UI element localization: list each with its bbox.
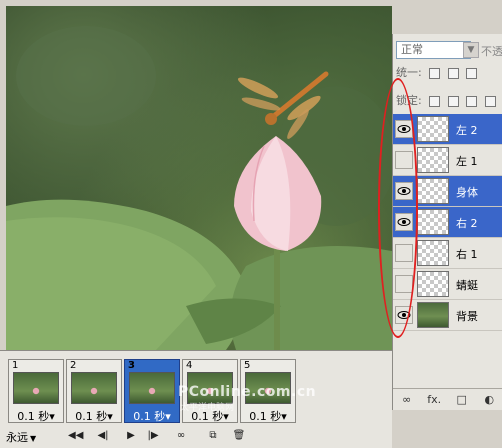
animation-frame[interactable]: 1 0.1 秒▾ xyxy=(8,359,64,423)
layer-mask-icon[interactable]: □ xyxy=(454,393,470,407)
animation-frame[interactable]: 4 0.1 秒▾ xyxy=(182,359,238,423)
frame-number: 4 xyxy=(186,360,193,371)
layer-thumbnail xyxy=(417,302,449,328)
animation-frame[interactable]: 2 0.1 秒▾ xyxy=(66,359,122,423)
frame-delay[interactable]: 0.1 秒▾ xyxy=(67,408,121,424)
image-canvas[interactable] xyxy=(6,6,392,350)
lotus-stem xyxy=(274,241,280,350)
layer-row[interactable]: 左 2 xyxy=(393,114,502,145)
layer-row[interactable]: 背景 xyxy=(393,300,502,331)
loop-value: 永远 xyxy=(6,431,28,444)
frame-thumbnail xyxy=(129,372,175,404)
delete-frame-button[interactable]: 🗑 xyxy=(232,429,246,443)
chevron-down-icon: ▼ xyxy=(30,434,37,443)
lock-label: 锁定: xyxy=(396,94,422,107)
frame-delay[interactable]: 0.1 秒▾ xyxy=(241,408,295,424)
layer-row[interactable]: 身体 xyxy=(393,176,502,207)
animation-frame[interactable]: 5 0.1 秒▾ xyxy=(240,359,296,423)
layer-thumbnail xyxy=(417,271,449,297)
layers-panel: 正常 ▼ 不透明 统一: 锁定: 左 2 左 1 身体 xyxy=(392,34,502,410)
visibility-toggle[interactable] xyxy=(395,244,413,262)
previous-frame-button[interactable]: ◀| xyxy=(96,429,110,443)
frame-thumbnail xyxy=(245,372,291,404)
tween-button[interactable]: ∞ xyxy=(174,429,188,443)
lock-transparency-icon[interactable] xyxy=(429,95,441,107)
frame-thumbnail xyxy=(187,372,233,404)
layer-name: 右 1 xyxy=(456,248,478,261)
layer-name: 左 1 xyxy=(456,155,478,168)
lotus-leaf-right xyxy=(230,246,392,350)
visibility-eye-icon[interactable] xyxy=(395,306,413,324)
layer-row[interactable]: 左 1 xyxy=(393,145,502,176)
animation-frame[interactable]: 3 0.1 秒▾ xyxy=(124,359,180,423)
lock-brush-icon[interactable] xyxy=(447,95,459,107)
lotus-dragonfly-photo xyxy=(6,26,392,350)
unify-visibility-icon[interactable] xyxy=(447,67,459,79)
frame-number: 2 xyxy=(70,360,77,371)
animation-panel: 1 0.1 秒▾ 2 0.1 秒▾ 3 0.1 秒▾ 4 0.1 秒▾ 5 0.… xyxy=(0,350,392,448)
new-frame-button[interactable]: ⧉ xyxy=(206,429,220,443)
visibility-toggle[interactable] xyxy=(395,275,413,293)
layer-name: 右 2 xyxy=(456,217,478,230)
layer-thumbnail xyxy=(417,209,449,235)
blend-mode-select[interactable]: 正常 xyxy=(396,41,471,59)
layer-row[interactable]: 蜻蜓 xyxy=(393,269,502,300)
lock-row: 锁定: xyxy=(393,92,502,110)
layer-thumbnail xyxy=(417,178,449,204)
layers-footer: ∞ fx. □ ◐ xyxy=(393,388,502,410)
frame-delay[interactable]: 0.1 秒▾ xyxy=(9,408,63,424)
layer-row[interactable]: 右 1 xyxy=(393,238,502,269)
adjustment-layer-icon[interactable]: ◐ xyxy=(481,393,497,407)
visibility-eye-icon[interactable] xyxy=(395,213,413,231)
loop-select[interactable]: 永远 ▼ xyxy=(6,429,36,445)
unify-position-icon[interactable] xyxy=(429,67,441,79)
lock-all-icon[interactable] xyxy=(484,95,496,107)
chevron-down-icon[interactable]: ▼ xyxy=(463,42,479,58)
frame-thumbnail xyxy=(13,372,59,404)
frame-number: 5 xyxy=(244,360,251,371)
layer-thumbnail xyxy=(417,116,449,142)
visibility-eye-icon[interactable] xyxy=(395,120,413,138)
lock-move-icon[interactable] xyxy=(466,95,478,107)
next-frame-button[interactable]: |▶ xyxy=(146,429,160,443)
layer-thumbnail xyxy=(417,147,449,173)
link-layers-icon[interactable]: ∞ xyxy=(399,393,415,407)
visibility-eye-icon[interactable] xyxy=(395,182,413,200)
opacity-label: 不透明 xyxy=(481,45,502,58)
visibility-toggle[interactable] xyxy=(395,151,413,169)
frame-delay[interactable]: 0.1 秒▾ xyxy=(125,408,179,424)
layer-row[interactable]: 右 2 xyxy=(393,207,502,238)
layer-name: 背景 xyxy=(456,310,478,323)
layer-thumbnail xyxy=(417,240,449,266)
layer-name: 左 2 xyxy=(456,124,478,137)
layer-list: 左 2 左 1 身体 右 2 右 1 蜻蜓 背景 xyxy=(393,114,502,331)
unify-label: 统一: xyxy=(396,66,422,79)
animation-controls: 永远 ▼ ◀◀ ◀| ▶ |▶ ∞ ⧉ 🗑 xyxy=(0,427,392,445)
unify-style-icon[interactable] xyxy=(466,67,478,79)
layer-name: 蜻蜓 xyxy=(456,279,478,292)
play-button[interactable]: ▶ xyxy=(124,429,138,443)
frame-delay[interactable]: 0.1 秒▾ xyxy=(183,408,237,424)
frame-number: 3 xyxy=(128,360,135,371)
unify-row: 统一: xyxy=(393,64,502,82)
first-frame-button[interactable]: ◀◀ xyxy=(68,429,83,443)
layer-name: 身体 xyxy=(456,186,478,199)
layer-style-fx-icon[interactable]: fx. xyxy=(426,393,442,407)
frame-thumbnail xyxy=(71,372,117,404)
frame-number: 1 xyxy=(12,360,19,371)
